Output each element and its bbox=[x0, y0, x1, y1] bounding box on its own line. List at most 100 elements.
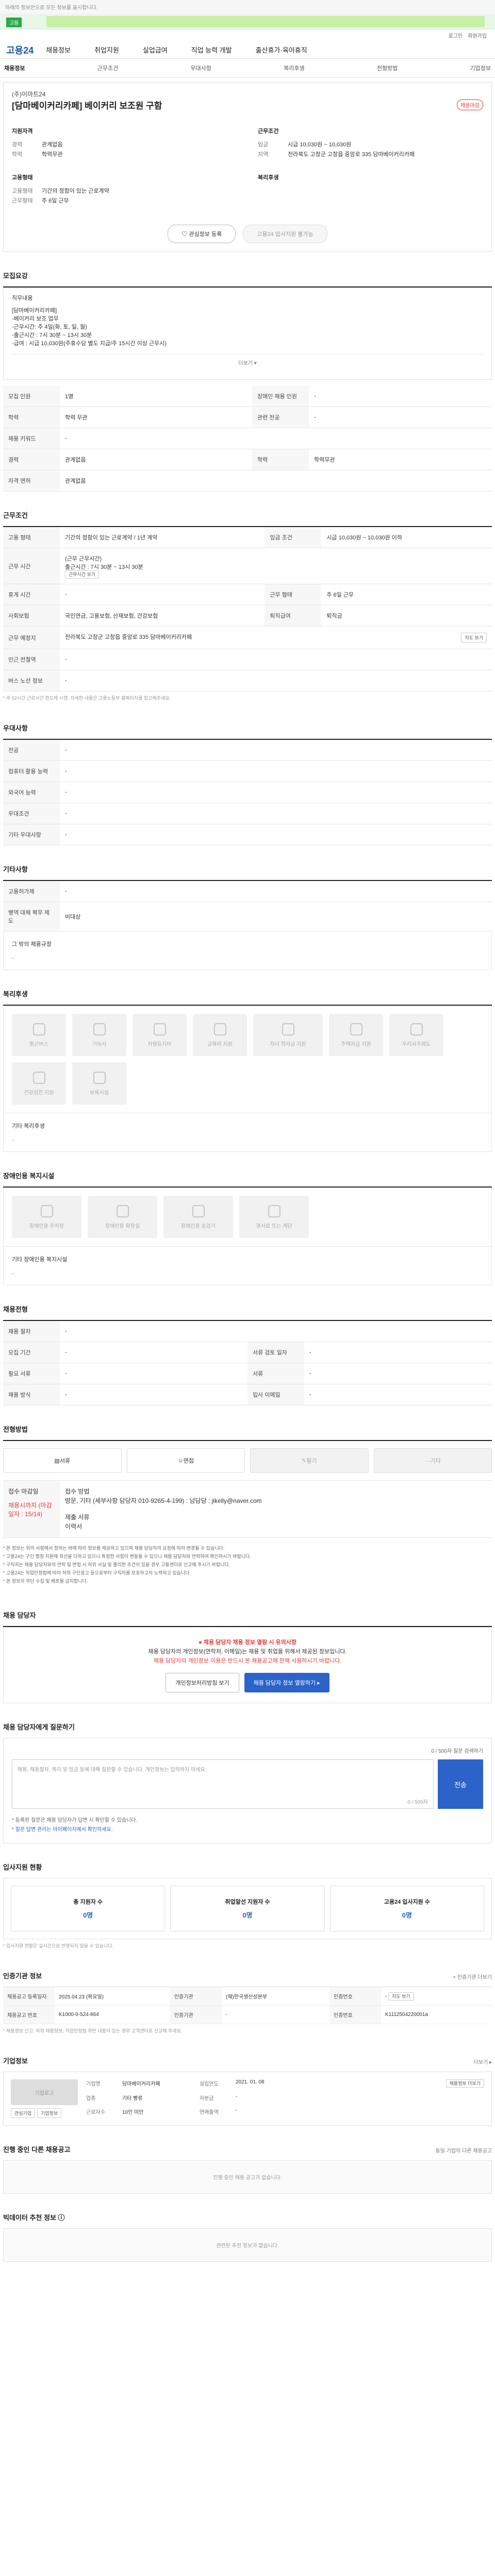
table-row: 학력 학력 무관 관련 전공 - bbox=[3, 406, 492, 428]
empty-state: 관련된 추천 정보가 없습니다. bbox=[3, 2228, 492, 2262]
table-row: 외국어 능력 - bbox=[3, 782, 492, 803]
table-row: 사회보험 국민연금, 고용보험, 산재보험, 건강보험 퇴직급여 퇴직금 bbox=[3, 605, 492, 626]
table-row: 기타 우대사항 - bbox=[3, 824, 492, 845]
apply-caution: * 본 정보는 위의 사항에서 정하는 바에 따라 정보를 제공하고 있으며 채… bbox=[3, 1546, 251, 1584]
tab-company[interactable]: 기업정보 bbox=[470, 64, 491, 72]
tab-process[interactable]: 전형방법 bbox=[377, 64, 398, 72]
qa-search-link[interactable]: 0 / 500자 질문 검색하기 bbox=[12, 1747, 483, 1754]
employ-heading: 고용형태 bbox=[12, 175, 33, 181]
kv-key: 경력 bbox=[12, 142, 23, 148]
qualify-heading: 지원자격 bbox=[12, 128, 33, 134]
section-tabs: 채용정보 근무조건 우대사항 복리후생 전형방법 기업정보 bbox=[0, 59, 495, 78]
recruit-table: 모집 인원 1명 장애인 채용 인원 - 학력 학력 무관 관련 전공 - 채용 키워드 - … bbox=[3, 386, 492, 492]
section-title: 빅데이터 추천 정보 ⓘ bbox=[3, 2194, 492, 2228]
kv-key: 학력 bbox=[12, 151, 23, 158]
tab-recruit[interactable]: 채용정보 bbox=[4, 64, 25, 72]
apply-button[interactable]: 고용24 입사지원 불가능 bbox=[243, 225, 327, 243]
gnb-item-training[interactable]: 직업 능력 개발 bbox=[191, 45, 232, 55]
stats-section: 입사지원 현황 총 지원자 수 0명 취업알선 지원자 수 0명 고용24 입사지원… bbox=[3, 1843, 492, 1952]
section-title: 채용전형 bbox=[3, 1285, 492, 1321]
view-contact-button[interactable]: 채용 담당자 정보 열람하기 ▸ bbox=[244, 1673, 329, 1692]
table-row: 고용 형태 기간의 정함이 있는 근로계약 / 1년 계약 임금 조건 시급 10,0… bbox=[3, 527, 492, 548]
section-title: 근무조건 bbox=[3, 492, 492, 527]
tab-prefer[interactable]: 우대사항 bbox=[190, 64, 211, 72]
gnb-item-support[interactable]: 취업지원 bbox=[94, 45, 119, 55]
table-row: 전공 - bbox=[3, 740, 492, 761]
tab-conditions[interactable]: 근무조건 bbox=[97, 64, 118, 72]
more-button[interactable]: 더보기 ▾ bbox=[12, 354, 483, 373]
desc-line: 직무내용 bbox=[12, 295, 33, 301]
fav-corp-button[interactable]: 관심기업 bbox=[11, 2108, 36, 2118]
qa-input[interactable]: 채용, 채용절차, 복리 및 임금 등에 대해 질문할 수 있습니다. 개인정보… bbox=[12, 1759, 434, 1809]
table-row: 우대조건 - bbox=[3, 803, 492, 824]
gnb-item-jobs[interactable]: 채용정보 bbox=[46, 45, 71, 55]
qa-submit-button[interactable]: 전송 bbox=[438, 1759, 483, 1809]
work-address: 전라북도 고창군 고창읍 중앙로 335 담마베이커리카페 bbox=[65, 634, 192, 640]
process-section: 채용전형 채용 절차 - 모집 기간 - 서류 검토 일자 - 필요 서류 - 서류 - 채용… bbox=[3, 1285, 492, 1405]
subrow-value: - bbox=[12, 1270, 14, 1277]
info-note: * 채용정보 신고: 허위 채용정보, 직업안정법 위반 내용이 있는 경우 고… bbox=[3, 2028, 183, 2033]
empty-state: 진행 중인 채용 공고가 없습니다. bbox=[3, 2160, 492, 2194]
gnb-item-leave[interactable]: 출산휴가·육아휴직 bbox=[256, 45, 307, 55]
gnb-item-benefit[interactable]: 실업급여 bbox=[143, 45, 168, 55]
subrow-title: 기타 장애인용 복지시설 bbox=[12, 1257, 68, 1263]
corp-info-button[interactable]: 기업정보 bbox=[37, 2108, 62, 2118]
status-badge: 채용마감 bbox=[457, 99, 483, 110]
method-etc: ⋯ 기타 bbox=[373, 1448, 492, 1473]
doc-icon: ▤ bbox=[54, 1458, 60, 1464]
contact-box: ● 채용 담당자 채용 정보 열람 시 유의사항 채용 담당자의 개인정보(연락… bbox=[3, 1627, 492, 1703]
table-row: 고용허가제 - bbox=[3, 881, 492, 902]
favorite-button[interactable]: ♡ 관심정보 등록 bbox=[168, 225, 236, 243]
disabled-grid: 장애인용 주차장 장애인용 화장실 장애인용 승강기 경사로 또는 계단 bbox=[3, 1188, 492, 1247]
table-row: 채용 방식 - 입사 이메일 - bbox=[3, 1384, 492, 1405]
desc-line: -근무시간: 주 4일(화, 토, 일, 월) bbox=[12, 324, 87, 330]
work-hours-button[interactable]: 근무시간 보기 bbox=[65, 570, 100, 579]
method-interview: ☺ 면접 bbox=[126, 1448, 245, 1473]
subrow-title: 기타 복리후생 bbox=[12, 1123, 45, 1129]
table-row: 필요 서류 - 서류 - bbox=[3, 1363, 492, 1384]
kv-value: 학력무관 bbox=[42, 151, 63, 158]
section-title: 채용 담당자 bbox=[3, 1591, 492, 1627]
apply-detail: 접수 마감일 채용시까지 (마감일자 : 15/14) 접수 방법 방문, 기타 … bbox=[3, 1480, 492, 1538]
work-table: 고용 형태 기간의 정함이 있는 근로계약 / 1년 계약 임금 조건 시급 10,0… bbox=[3, 527, 492, 691]
util-links: 로그인 회원가입 bbox=[0, 29, 495, 41]
section-title-text: 빅데이터 추천 정보 bbox=[3, 2214, 56, 2222]
table-row: 근무 예정지 전라북도 고창군 고창읍 중앙로 335 담마베이커리카페 지도 보… bbox=[3, 626, 492, 649]
etc-section: 기타사항 고용허가제 - 병역 대체 복무 제도 비대상 그 밖의 채용규정 - bbox=[3, 845, 492, 970]
stats-note: * 입사지원 현황은 실시간으로 반영되지 않을 수 있습니다. bbox=[3, 1943, 113, 1948]
table-row: 경력 관계없음 학력 학력무관 bbox=[3, 449, 492, 470]
recruit-section: 모집요강 직무내용 [담마베이커리카페] -베이커리 보조 업무 -근무시간: … bbox=[3, 252, 492, 492]
qa-counter: 0 / 500자 bbox=[407, 1800, 428, 1805]
join-link[interactable]: 회원가입 bbox=[468, 31, 487, 39]
table-row: 채용공고 등록일자 2025.04.23 (목요일) 인증기관 (재)한국생산성본부 인… bbox=[3, 1987, 492, 2006]
work-note: * 주 52시간 근로시간 한도제 시행. 자세한 내용은 고용노동부 홈페이지… bbox=[3, 696, 171, 701]
kv-value: 시급 10,030원 ~ 10,030원 bbox=[288, 142, 352, 148]
top-notice: 아래의 정보만으로 모든 정보를 표시합니다. bbox=[0, 0, 495, 14]
welfare-item: 자녀 학자금 지원 bbox=[253, 1014, 323, 1056]
site-logo[interactable]: 고용24 bbox=[6, 43, 34, 57]
corp-more-link[interactable]: 더보기 ▸ bbox=[474, 2058, 492, 2072]
table-row: 휴게 시간 - 근무 형태 주 6일 근무 bbox=[3, 584, 492, 605]
login-link[interactable]: 로그인 bbox=[449, 31, 463, 39]
search-input[interactable] bbox=[46, 16, 485, 27]
warning-icon: ● bbox=[199, 1639, 204, 1646]
privacy-button[interactable]: 개인정보처리방침 보기 bbox=[166, 1673, 239, 1692]
tab-welfare[interactable]: 복리후생 bbox=[284, 64, 304, 72]
welfare-item: 건강검진 지원 bbox=[12, 1062, 66, 1105]
global-nav: 고용24 채용정보 취업지원 실업급여 직업 능력 개발 출산휴가·육아휴직 bbox=[0, 41, 495, 59]
kv-value: 관계없음 bbox=[42, 142, 63, 148]
section-title: 복리후생 bbox=[3, 970, 492, 1006]
bus-icon bbox=[32, 1023, 45, 1036]
other-welfare: 기타 복리후생 - bbox=[3, 1113, 492, 1152]
kv-key: 지역 bbox=[258, 151, 269, 158]
table-row: 근무 시간 (근무 근무시간) 출근시간 : 7시 30분 ~ 13시 30분 근무시… bbox=[3, 548, 492, 584]
corp-jobs-button[interactable]: 채용정보 더보기 bbox=[446, 2079, 484, 2088]
map-button[interactable]: 지도 보기 bbox=[461, 633, 487, 642]
info-map-button[interactable]: 지도 보기 bbox=[388, 1992, 414, 2001]
info-more-link[interactable]: + 인증기관 더보기 bbox=[453, 1973, 492, 1987]
welfare-section: 복리후생 통근버스 기숙사 차량유지비 교육비 지원 자녀 학자금 지원 주택자… bbox=[3, 970, 492, 1152]
other-jobs-link[interactable]: 동일 기업의 다른 채용공고 bbox=[435, 2146, 492, 2160]
apply-info: 접수 방법 방문, 기타 (세부사항 담당자 010-9265-4-199) :… bbox=[60, 1481, 492, 1537]
section-title: 우대사항 bbox=[3, 704, 492, 740]
welfare-item: 주택자금 지원 bbox=[329, 1014, 383, 1056]
